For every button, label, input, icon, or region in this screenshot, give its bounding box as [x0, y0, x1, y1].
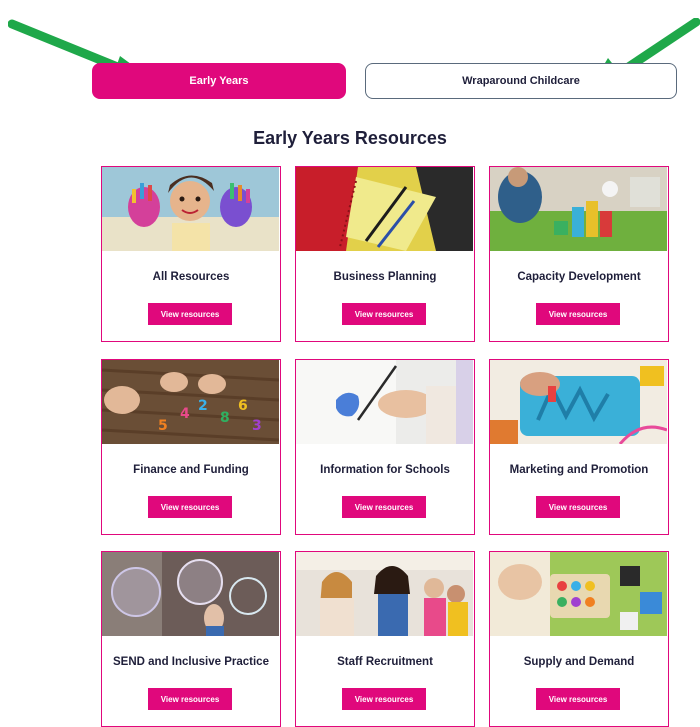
svg-text:5: 5: [158, 418, 168, 434]
view-resources-button[interactable]: View resources: [536, 303, 620, 325]
number-magnets-table-photo: 4 2 8 6 3 5: [102, 360, 279, 444]
svg-text:2: 2: [198, 398, 208, 414]
resource-card-send-and-inclusive-practice: SEND and Inclusive Practice View resourc…: [101, 551, 281, 727]
children-playing-blocks-photo: [490, 167, 667, 251]
view-resources-button[interactable]: View resources: [148, 496, 232, 518]
card-title: Capacity Development: [517, 271, 641, 283]
card-title: All Resources: [152, 271, 230, 283]
section-title: Early Years Resources: [253, 128, 447, 148]
resource-card-supply-and-demand: Supply and Demand View resources: [489, 551, 669, 727]
svg-text:4: 4: [180, 406, 190, 422]
card-title: Staff Recruitment: [337, 656, 433, 668]
view-resources-button[interactable]: View resources: [342, 688, 426, 710]
teacher-with-children-photo: [296, 552, 473, 636]
notebook-and-pens-photo: [296, 167, 473, 251]
view-resources-button[interactable]: View resources: [342, 303, 426, 325]
view-resources-button[interactable]: View resources: [536, 496, 620, 518]
tab-wraparound-childcare[interactable]: Wraparound Childcare: [365, 63, 677, 99]
view-resources-button[interactable]: View resources: [148, 688, 232, 710]
card-title: SEND and Inclusive Practice: [113, 656, 269, 668]
resource-card-finance-and-funding: 4 2 8 6 3 5 Finance and Funding View res…: [101, 359, 281, 535]
card-title: Information for Schools: [320, 464, 450, 476]
view-resources-button[interactable]: View resources: [342, 496, 426, 518]
child-painted-hands-photo: [102, 167, 279, 251]
resource-card-information-for-schools: Information for Schools View resources: [295, 359, 475, 535]
child-painting-photo: [296, 360, 473, 444]
view-resources-button[interactable]: View resources: [148, 303, 232, 325]
card-title: Finance and Funding: [133, 464, 249, 476]
resource-card-marketing-and-promotion: Marketing and Promotion View resources: [489, 359, 669, 535]
resource-card-business-planning: Business Planning View resources: [295, 166, 475, 342]
toddler-toys-photo: [490, 552, 667, 636]
resource-card-capacity-development: Capacity Development View resources: [489, 166, 669, 342]
sensory-tray-photo: [490, 360, 667, 444]
card-title: Marketing and Promotion: [509, 464, 649, 476]
view-resources-button[interactable]: View resources: [536, 688, 620, 710]
card-title: Business Planning: [333, 271, 437, 283]
card-title: Supply and Demand: [523, 656, 635, 668]
svg-text:3: 3: [252, 418, 262, 434]
resource-card-all-resources: All Resources View resources: [101, 166, 281, 342]
svg-text:6: 6: [238, 398, 248, 414]
resource-card-staff-recruitment: Staff Recruitment View resources: [295, 551, 475, 727]
svg-text:8: 8: [220, 410, 230, 426]
soap-bubbles-photo: [102, 552, 279, 636]
tab-early-years[interactable]: Early Years: [92, 63, 346, 99]
